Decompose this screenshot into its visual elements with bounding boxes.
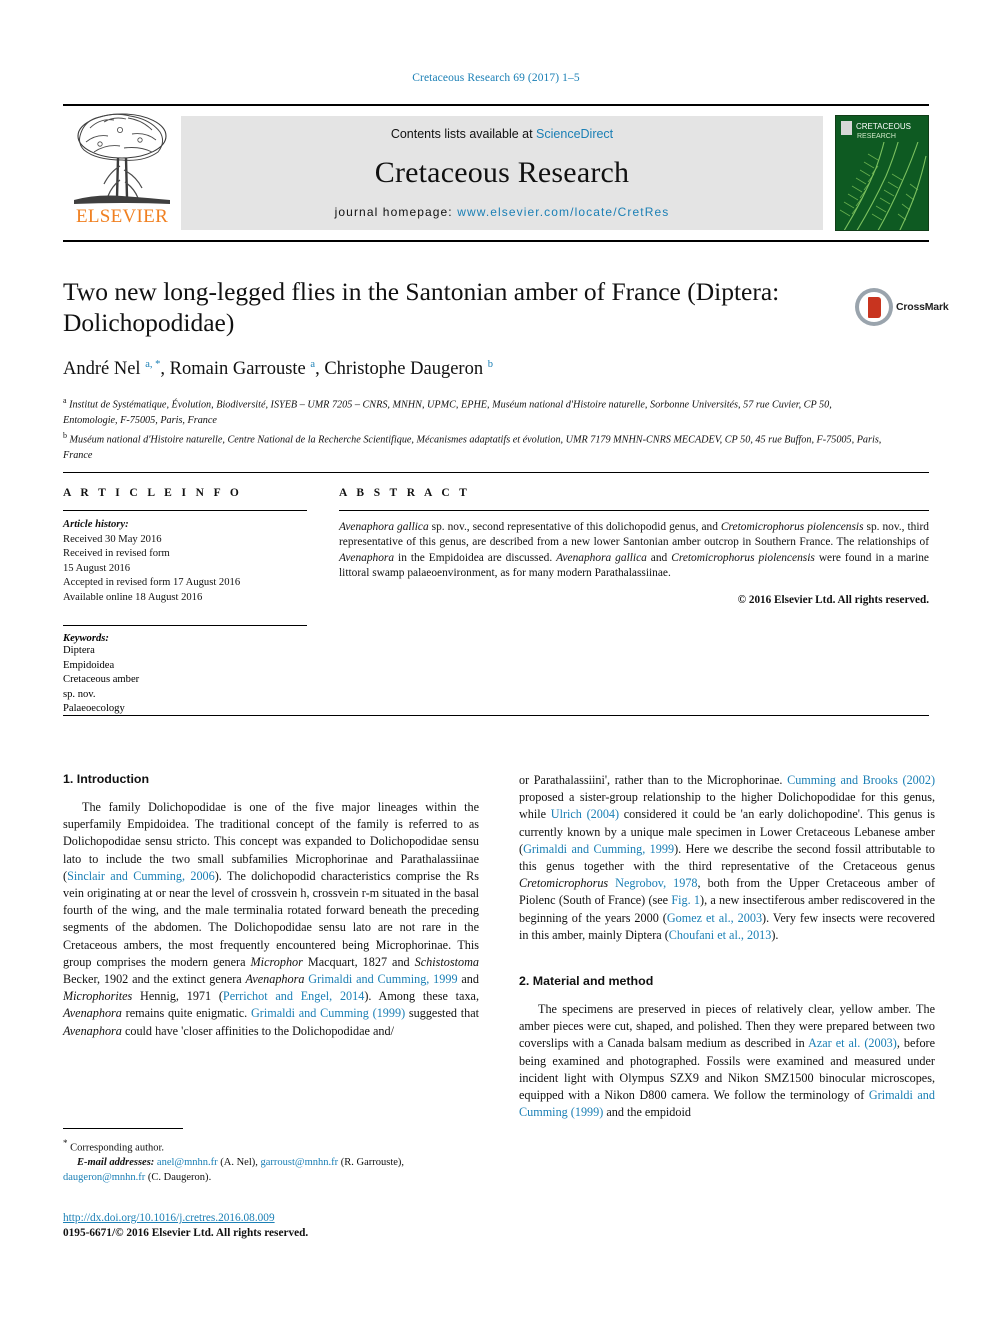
keyword-item: Empidoidea — [63, 659, 115, 671]
journal-cover-thumbnail: CRETACEOUS RESEARCH — [835, 115, 929, 231]
author-list: André Nel a, *, Romain Garrouste a, Chri… — [63, 359, 493, 380]
abstract-copyright: © 2016 Elsevier Ltd. All rights reserved… — [737, 593, 929, 606]
keyword-item: Palaeoecology — [63, 703, 125, 714]
info-abstract-band: A R T I C L E I N F O Article history: R… — [63, 472, 929, 716]
journal-homepage-line: journal homepage: www.elsevier.com/locat… — [335, 205, 670, 219]
title-block: Two new long-legged flies in the Santoni… — [63, 276, 881, 463]
article-info-column: A R T I C L E I N F O Article history: R… — [63, 473, 307, 715]
keywords-label: Keywords: — [63, 633, 109, 644]
keywords-block: Keywords: Diptera Empidoidea Cretaceous … — [63, 625, 307, 717]
asterisk-icon: * — [63, 1138, 68, 1148]
elsevier-tree-icon — [74, 113, 170, 204]
corresponding-author-text: Corresponding author. — [70, 1142, 165, 1154]
affiliation-a: a Institut de Systématique, Évolution, B… — [63, 396, 832, 426]
affiliation-a-text: Institut de Systématique, Évolution, Bio… — [63, 399, 832, 426]
left-column: 1. Introduction The family Dolichopodida… — [63, 772, 479, 1121]
crossmark-icon-inner — [859, 292, 889, 322]
homepage-prefix: journal homepage: — [334, 205, 458, 219]
doi-block: http://dx.doi.org/10.1016/j.cretres.2016… — [63, 1208, 523, 1241]
crossmark-badge[interactable]: CrossMark — [855, 286, 949, 328]
svg-text:CRETACEOUS: CRETACEOUS — [856, 122, 911, 131]
abstract-column: A B S T R A C T Avenaphora gallica sp. n… — [307, 473, 929, 715]
page-title: Two new long-legged flies in the Santoni… — [63, 277, 780, 337]
article-history: Article history: Received 30 May 2016 Re… — [63, 518, 307, 605]
section-title-material-and-method: 2. Material and method — [519, 974, 654, 989]
body-columns: 1. Introduction The family Dolichopodida… — [63, 772, 935, 1121]
keywords-rule — [63, 625, 307, 626]
history-item: Received in revised form — [63, 548, 170, 559]
abstract-rule — [339, 510, 929, 511]
crossmark-label: CrossMark — [896, 301, 949, 313]
masthead-center: Contents lists available at ScienceDirec… — [181, 116, 823, 230]
keyword-item: Cretaceous amber — [63, 674, 140, 685]
paper-page: Cretaceous Research 69 (2017) 1–5 ELSEVI… — [0, 0, 992, 1323]
crossmark-book-shape — [867, 296, 881, 318]
sciencedirect-link[interactable]: ScienceDirect — [536, 127, 613, 141]
history-item: Accepted in revised form 17 August 2016 — [63, 577, 241, 588]
keyword-item: Diptera — [63, 645, 95, 656]
email-name-daugeron: (C. Daugeron) — [147, 1171, 209, 1183]
running-head: Cretaceous Research 69 (2017) 1–5 — [412, 72, 580, 84]
email-link-daugeron[interactable]: daugeron@mnhn.fr — [63, 1172, 145, 1183]
journal-title: Cretaceous Research — [374, 156, 630, 189]
section-title-introduction: 1. Introduction — [63, 772, 150, 786]
email-addresses-note: E-mail addresses: anel@mnhn.fr (A. Nel),… — [63, 1157, 405, 1183]
email-name-garrouste: (R. Garrouste) — [340, 1157, 402, 1169]
svg-text:RESEARCH: RESEARCH — [857, 133, 896, 140]
journal-masthead: ELSEVIER Contents lists available at Sci… — [63, 104, 929, 242]
contents-prefix: Contents lists available at — [390, 127, 537, 141]
history-item: Received 30 May 2016 — [63, 533, 162, 545]
history-item: Available online 18 August 2016 — [63, 591, 203, 603]
affiliation-b-text: Muséum national d'Histoire naturelle, Ce… — [63, 434, 882, 461]
footnotes: * Corresponding author. E-mail addresses… — [63, 1128, 479, 1185]
article-history-label: Article history: — [63, 519, 129, 530]
crossmark-icon — [855, 288, 893, 326]
homepage-url-link[interactable]: www.elsevier.com/locate/CretRes — [457, 205, 669, 219]
corresponding-author-note: * Corresponding author. — [63, 1136, 479, 1156]
affiliation-b: b Muséum national d'Histoire naturelle, … — [63, 430, 882, 461]
affiliations: a Institut de Systématique, Évolution, B… — [63, 393, 883, 463]
history-item: 15 August 2016 — [63, 562, 131, 574]
abstract-heading: A B S T R A C T — [339, 487, 471, 499]
email-link-nel[interactable]: anel@mnhn.fr — [157, 1157, 218, 1168]
article-info-heading: A R T I C L E I N F O — [63, 487, 243, 499]
email-name-nel: (A. Nel) — [220, 1157, 256, 1169]
email-link-garrouste[interactable]: garroust@mnhn.fr — [261, 1157, 339, 1168]
issn-copyright-line: 0195-6671/© 2016 Elsevier Ltd. All right… — [63, 1227, 309, 1239]
doi-link[interactable]: http://dx.doi.org/10.1016/j.cretres.2016… — [63, 1212, 275, 1224]
cover-artwork: CRETACEOUS RESEARCH — [836, 116, 928, 230]
footnote-rule — [63, 1128, 183, 1129]
elsevier-logo: ELSEVIER — [63, 106, 181, 240]
abstract-text: Avenaphora gallica sp. nov., second repr… — [339, 521, 929, 580]
right-column: or Parathalassiini', rather than to the … — [519, 772, 935, 1121]
keyword-item: sp. nov. — [63, 688, 96, 700]
article-info-rule — [63, 510, 307, 511]
elsevier-wordmark: ELSEVIER — [75, 206, 169, 227]
contents-available-line: Contents lists available at ScienceDirec… — [391, 127, 613, 141]
email-addresses-label: E-mail addresses: — [77, 1157, 155, 1169]
introduction-paragraph-1-continued: or Parathalassiini', rather than to the … — [519, 773, 936, 942]
introduction-paragraph-1: The family Dolichopodidae is one of the … — [63, 800, 479, 1038]
material-paragraph-1: The specimens are preserved in pieces of… — [519, 1002, 936, 1120]
